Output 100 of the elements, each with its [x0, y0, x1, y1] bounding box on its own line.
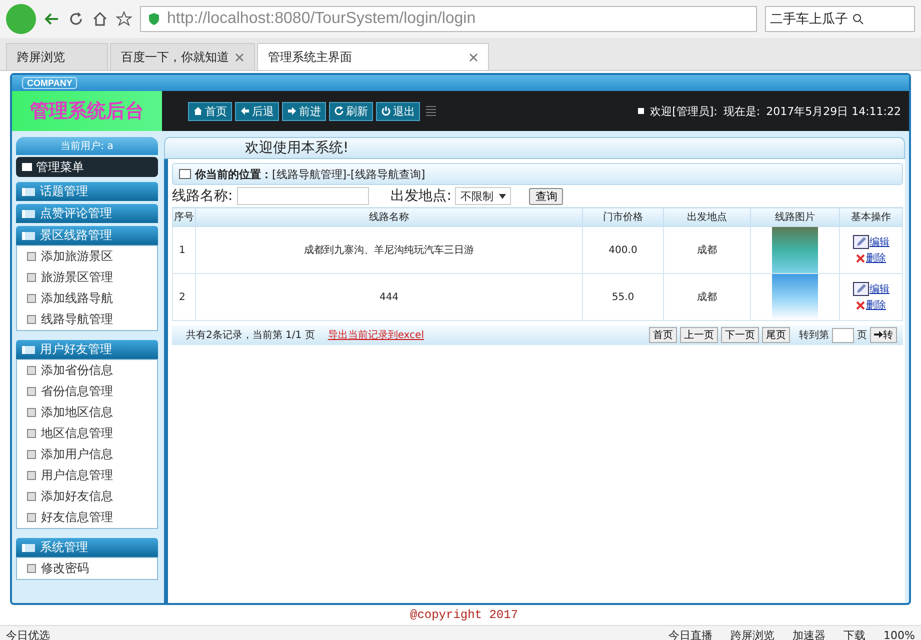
status-item[interactable]: 下载	[844, 628, 866, 640]
menu-item[interactable]: 地区信息管理	[17, 423, 157, 444]
close-icon[interactable]	[235, 52, 244, 62]
dropdown-caret-icon	[499, 194, 506, 198]
pager-button[interactable]: 首页	[649, 327, 677, 343]
menu-group-header[interactable]: 点赞评论管理	[16, 204, 158, 223]
go-button[interactable]: 转	[870, 327, 897, 343]
query-button[interactable]: 查询	[529, 188, 564, 204]
close-icon[interactable]	[469, 52, 478, 62]
table-cell: 444	[196, 274, 582, 320]
table-cell: 55.0	[582, 274, 664, 320]
menu-item[interactable]: 添加地区信息	[17, 402, 157, 423]
menu-item[interactable]: 添加线路导航	[17, 288, 157, 309]
nav-button[interactable]: 后退	[235, 102, 279, 120]
datetime-text: 2017年5月29日 14:11:22	[766, 104, 901, 118]
edit-link[interactable]: 编辑	[852, 235, 890, 249]
photo-placeholder	[772, 274, 818, 320]
export-link[interactable]: 导出当前记录到excel	[328, 328, 424, 342]
menu-group-header[interactable]: 系统管理	[16, 538, 158, 557]
menu-item[interactable]: 省份信息管理	[17, 381, 157, 402]
table-cell: 400.0	[582, 226, 664, 274]
table-cell: 2	[172, 274, 196, 320]
browser-tab[interactable]: 百度一下，你就知道	[110, 43, 255, 70]
star-icon[interactable]	[116, 11, 132, 27]
menu-item[interactable]: 线路导航管理	[17, 309, 157, 330]
pager-button[interactable]: 尾页	[762, 327, 790, 343]
page-unit-label: 页	[857, 329, 867, 342]
record-summary: 共有2条记录，当前第 1/1 页	[186, 328, 315, 342]
status-text: 今日优选	[6, 628, 50, 640]
route-name-field[interactable]	[236, 187, 369, 205]
status-item[interactable]: 今日直播	[668, 628, 713, 640]
table-cell: 成都	[664, 226, 750, 274]
nav-button[interactable]: 刷新	[329, 102, 373, 120]
now-label: 现在是:	[723, 104, 760, 118]
home-icon[interactable]	[92, 11, 108, 27]
menu-item[interactable]: 用户信息管理	[17, 465, 157, 486]
pencil-icon	[852, 235, 868, 249]
menu-title-bar: 管理菜单	[16, 157, 158, 177]
edit-link[interactable]: 编辑	[852, 282, 890, 296]
browser-logo-icon	[6, 4, 36, 34]
column-header: 门市价格	[582, 208, 664, 226]
current-user-bar: 当前用户: a	[16, 137, 158, 155]
menu-group-header[interactable]: 用户好友管理	[16, 340, 158, 359]
copyright-text: @copyright 2017	[410, 608, 518, 622]
route-name-label: 线路名称:	[172, 187, 233, 205]
arrow-right-icon	[287, 106, 297, 116]
system-title: 管理系统后台	[12, 91, 162, 131]
depart-select[interactable]: 不限制	[455, 187, 512, 205]
table-cell: 成都到九寨沟、羊尼沟纯玩汽车三日游	[196, 226, 582, 274]
grid-icon	[22, 163, 32, 171]
column-header: 线路图片	[750, 208, 840, 226]
menu-item[interactable]: 修改密码	[17, 558, 157, 579]
cross-icon	[856, 254, 865, 262]
welcome-text: 欢迎[管理员]:	[650, 104, 718, 118]
menu-item[interactable]: 好友信息管理	[17, 507, 157, 528]
menu-item[interactable]: 旅游景区管理	[17, 267, 157, 288]
nav-button[interactable]: 退出	[376, 102, 420, 120]
photo-placeholder	[772, 227, 818, 273]
page-icon	[179, 169, 191, 179]
shield-icon	[147, 12, 161, 26]
menu-item[interactable]: 添加用户信息	[17, 444, 157, 465]
company-label: COMPANY	[22, 77, 78, 89]
status-item[interactable]: 跨屏浏览	[730, 628, 775, 640]
delete-link[interactable]: 删除	[856, 251, 886, 265]
back-icon[interactable]	[44, 11, 60, 27]
reload-icon[interactable]	[68, 11, 84, 27]
status-item[interactable]: 加速器	[792, 628, 826, 640]
delete-link[interactable]: 删除	[856, 298, 886, 312]
nav-button[interactable]: 前进	[282, 102, 326, 120]
nav-button[interactable]: 首页	[188, 102, 232, 120]
page-number-field[interactable]	[832, 328, 854, 342]
goto-label: 转到第	[799, 329, 829, 342]
bullet-icon	[638, 108, 644, 114]
menu-item[interactable]: 添加省份信息	[17, 360, 157, 381]
refresh-icon	[334, 106, 344, 116]
browser-tab[interactable]: 管理系统主界面	[257, 43, 489, 70]
search-field[interactable]: 二手车上瓜子	[765, 6, 915, 32]
table-cell: 1	[172, 226, 196, 274]
column-header: 线路名称	[196, 208, 582, 226]
zoom-level[interactable]: 100%	[884, 628, 915, 640]
menu-item[interactable]: 添加旅游景区	[17, 246, 157, 267]
home-icon	[193, 106, 203, 116]
browser-tab[interactable]: 跨屏浏览	[6, 43, 108, 70]
table-cell: 成都	[664, 274, 750, 320]
pager-button[interactable]: 下一页	[721, 327, 759, 343]
column-header: 基本操作	[840, 208, 902, 226]
breadcrumb-text: 你当前的位置：[线路导航管理]-[线路导航查询]	[195, 166, 426, 182]
menu-group-header[interactable]: 景区线路管理	[16, 226, 158, 245]
search-icon	[852, 13, 864, 25]
depart-label: 出发地点:	[390, 187, 452, 205]
address-field[interactable]: http://localhost:8080/TourSystem/login/login	[140, 6, 757, 32]
power-icon	[381, 106, 391, 116]
menu-group-header[interactable]: 话题管理	[16, 182, 158, 201]
arrow-right-icon	[874, 331, 883, 338]
menu-item[interactable]: 添加好友信息	[17, 486, 157, 507]
arrow-left-icon	[240, 106, 250, 116]
pencil-icon	[852, 282, 868, 296]
welcome-heading: 欢迎使用本系统!	[164, 137, 905, 159]
column-header: 出发地点	[664, 208, 750, 226]
pager-button[interactable]: 上一页	[680, 327, 718, 343]
